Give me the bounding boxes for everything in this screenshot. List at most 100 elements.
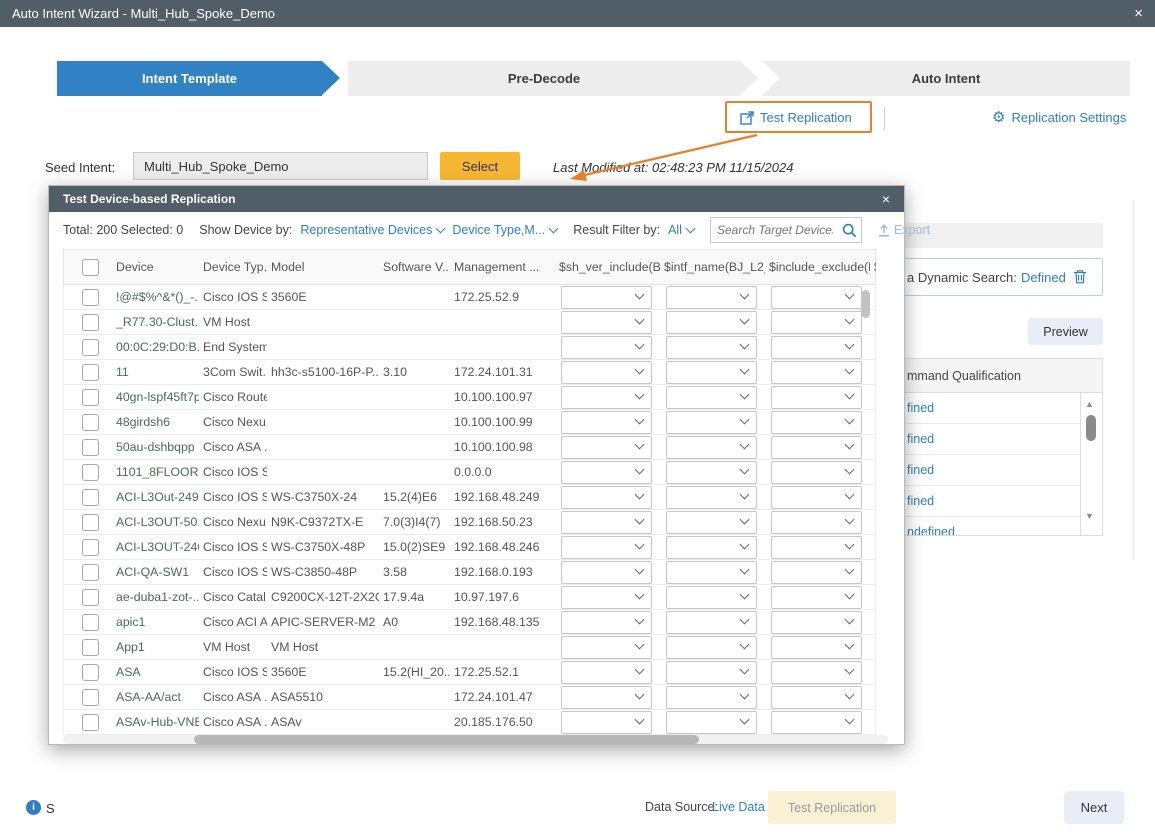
intf-name-select[interactable] [666,286,757,309]
intf-name-select[interactable] [666,636,757,659]
qualification-link[interactable]: fined [873,455,1102,486]
modal-close-icon[interactable]: × [882,191,890,207]
include-exclude-select[interactable] [771,286,862,309]
sh-ver-include-select[interactable] [561,386,652,409]
scroll-down-icon[interactable]: ▼ [1085,511,1094,521]
row-checkbox[interactable] [82,614,99,631]
include-exclude-select[interactable] [771,711,862,734]
tab-auto-intent[interactable]: Auto Intent [762,61,1130,96]
row-checkbox[interactable] [82,339,99,356]
include-exclude-select[interactable] [771,611,862,634]
sh-ver-include-select[interactable] [561,711,652,734]
intf-name-select[interactable] [666,711,757,734]
seed-intent-input[interactable] [133,152,428,180]
sh-ver-include-select[interactable] [561,586,652,609]
row-checkbox[interactable] [82,689,99,706]
scroll-up-icon[interactable]: ▲ [1085,399,1094,409]
data-source-link[interactable]: Live Data [712,800,765,814]
vertical-scrollbar-thumb[interactable] [861,290,870,318]
sh-ver-include-select[interactable] [561,361,652,384]
intf-name-select[interactable] [666,586,757,609]
qualification-link[interactable]: ndefined [873,517,1102,536]
intf-name-select[interactable] [666,361,757,384]
sh-ver-include-select[interactable] [561,611,652,634]
intf-name-select[interactable] [666,336,757,359]
row-checkbox[interactable] [82,389,99,406]
sh-ver-include-select[interactable] [561,661,652,684]
include-exclude-select[interactable] [771,361,862,384]
include-exclude-select[interactable] [771,511,862,534]
include-exclude-select[interactable] [771,636,862,659]
row-checkbox[interactable] [82,514,99,531]
row-checkbox[interactable] [82,314,99,331]
intf-name-select[interactable] [666,436,757,459]
intf-name-select[interactable] [666,536,757,559]
include-exclude-select[interactable] [771,486,862,509]
include-exclude-select[interactable] [771,586,862,609]
qualification-link[interactable]: fined [873,486,1102,517]
intf-name-select[interactable] [666,686,757,709]
intf-name-select[interactable] [666,511,757,534]
sh-ver-include-select[interactable] [561,636,652,659]
sh-ver-include-select[interactable] [561,436,652,459]
row-checkbox[interactable] [82,539,99,556]
test-replication-link[interactable]: Test Replication [740,110,852,125]
include-exclude-select[interactable] [771,436,862,459]
select-all-checkbox[interactable] [82,259,99,276]
show-device-by-dropdown[interactable]: Representative Devices [300,223,444,237]
include-exclude-select[interactable] [771,686,862,709]
include-exclude-select[interactable] [771,386,862,409]
intf-name-select[interactable] [666,611,757,634]
include-exclude-select[interactable] [771,336,862,359]
intf-name-select[interactable] [666,311,757,334]
row-checkbox[interactable] [82,639,99,656]
search-icon[interactable] [839,223,861,238]
row-checkbox[interactable] [82,289,99,306]
row-checkbox[interactable] [82,589,99,606]
sh-ver-include-select[interactable] [561,336,652,359]
include-exclude-select[interactable] [771,536,862,559]
horizontal-scrollbar-thumb[interactable] [194,735,699,744]
dynamic-search-defined-link[interactable]: Defined [1021,270,1066,285]
test-replication-button[interactable]: Test Replication [768,791,896,824]
sh-ver-include-select[interactable] [561,311,652,334]
row-checkbox[interactable] [82,664,99,681]
qualification-link[interactable]: fined [873,424,1102,455]
tab-pre-decode[interactable]: Pre-Decode [348,61,740,96]
tab-intent-template[interactable]: Intent Template [57,61,322,96]
include-exclude-select[interactable] [771,661,862,684]
seed-select-button[interactable]: Select [440,152,520,180]
row-checkbox[interactable] [82,489,99,506]
next-button[interactable]: Next [1064,791,1124,824]
qualification-link[interactable]: fined [873,393,1102,424]
sh-ver-include-select[interactable] [561,286,652,309]
row-checkbox[interactable] [82,464,99,481]
intf-name-select[interactable] [666,661,757,684]
search-input[interactable] [711,223,839,237]
include-exclude-select[interactable] [771,461,862,484]
export-button[interactable]: Export [878,223,930,237]
sh-ver-include-select[interactable] [561,561,652,584]
intf-name-select[interactable] [666,386,757,409]
row-checkbox[interactable] [82,714,99,731]
include-exclude-select[interactable] [771,561,862,584]
intf-name-select[interactable] [666,461,757,484]
include-exclude-select[interactable] [771,311,862,334]
sh-ver-include-select[interactable] [561,686,652,709]
sh-ver-include-select[interactable] [561,486,652,509]
intf-name-select[interactable] [666,411,757,434]
scrollbar-thumb[interactable] [1086,415,1096,441]
include-exclude-select[interactable] [771,411,862,434]
result-filter-dropdown[interactable]: All [668,223,694,237]
preview-button[interactable]: Preview [1028,318,1103,345]
sh-ver-include-select[interactable] [561,536,652,559]
replication-settings-link[interactable]: ⚙ Replication Settings [992,110,1126,125]
device-type-dropdown[interactable]: Device Type,M... [452,223,557,237]
row-checkbox[interactable] [82,364,99,381]
row-checkbox[interactable] [82,439,99,456]
intf-name-select[interactable] [666,486,757,509]
sh-ver-include-select[interactable] [561,411,652,434]
intf-name-select[interactable] [666,561,757,584]
trash-icon[interactable] [1073,269,1087,284]
sh-ver-include-select[interactable] [561,511,652,534]
